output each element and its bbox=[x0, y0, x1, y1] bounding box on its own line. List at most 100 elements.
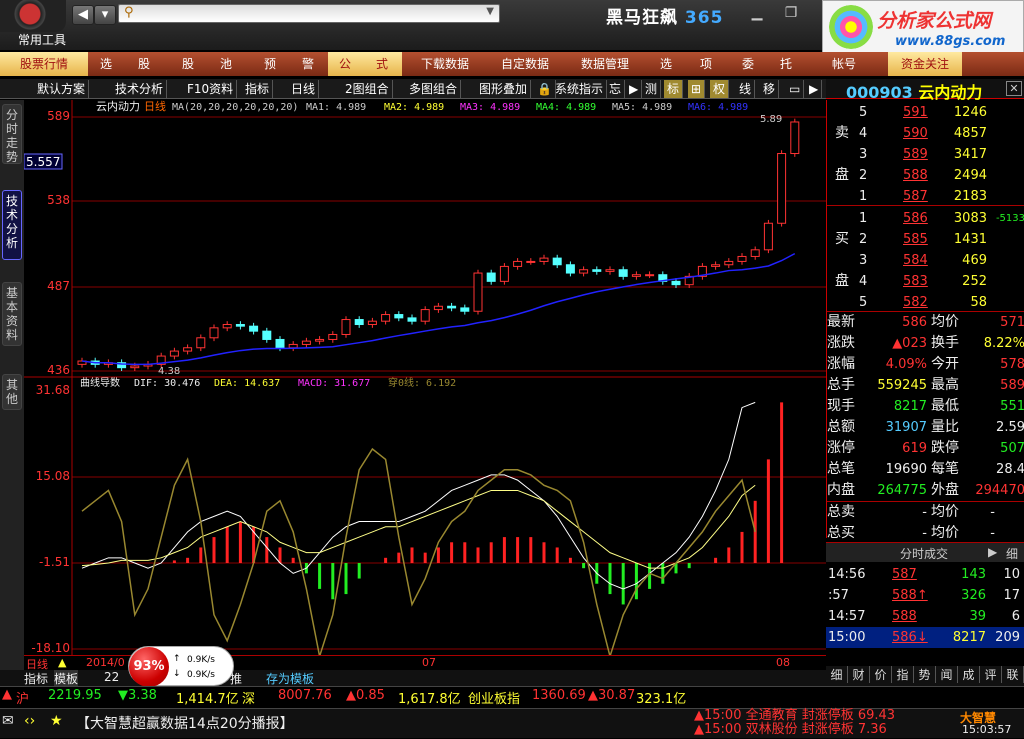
tab-template[interactable]: 模板 bbox=[54, 670, 79, 687]
stat-label: 最低 bbox=[931, 398, 959, 414]
menu-xiang[interactable]: 项 bbox=[692, 52, 720, 76]
save-template-tab[interactable]: 存为模板 bbox=[266, 670, 314, 687]
menu-chi[interactable]: 池 bbox=[212, 52, 240, 76]
f10-button[interactable]: F10资料 bbox=[184, 80, 238, 98]
two-chart-button[interactable]: 2图组合 bbox=[342, 80, 393, 98]
indicator-button[interactable]: 指标 bbox=[242, 80, 274, 98]
tab-indicator[interactable]: 指标 bbox=[24, 670, 48, 687]
multi-chart-button[interactable]: 多图组合 bbox=[406, 80, 462, 98]
sh-label[interactable]: 沪 bbox=[16, 688, 29, 707]
menu-xuan[interactable]: 选 bbox=[92, 52, 120, 76]
date-label: 08 bbox=[776, 656, 790, 669]
quote-tab[interactable]: 细 bbox=[826, 666, 848, 683]
news-ticker[interactable]: 【大智慧超赢数据14点20分播报】 bbox=[76, 713, 294, 733]
measure-button[interactable]: 测 bbox=[642, 80, 662, 98]
menu-download[interactable]: 下载数据 bbox=[410, 52, 480, 76]
system-indicator-button[interactable]: 系统指示 bbox=[552, 80, 608, 98]
quote-tab[interactable]: 联 bbox=[1002, 666, 1024, 683]
quote-tab[interactable]: 势 bbox=[914, 666, 936, 683]
menu-gu2[interactable]: 股 bbox=[174, 52, 202, 76]
close-icon[interactable]: ✕ bbox=[1006, 81, 1022, 96]
daily-button[interactable]: 日线 bbox=[288, 80, 320, 98]
mark-button[interactable]: 标 bbox=[664, 80, 684, 98]
candle-body bbox=[301, 340, 311, 345]
alert-item[interactable]: ▲15:00 双林股份 封涨停板 7.36 bbox=[694, 723, 956, 737]
tab-technical[interactable]: 技术分析 bbox=[2, 190, 22, 260]
tab-intraday[interactable]: 分时走势 bbox=[2, 104, 22, 164]
quote-tab[interactable]: 评 bbox=[980, 666, 1002, 683]
ask-row[interactable]: 5 591 1246 bbox=[827, 102, 1024, 123]
candle-body bbox=[249, 325, 259, 332]
tab-fundamentals[interactable]: 基本资料 bbox=[2, 282, 22, 346]
cy-label[interactable]: 创业板指 bbox=[468, 688, 520, 707]
ask-row[interactable]: 1 587 2183 bbox=[827, 186, 1024, 207]
restore-icon[interactable]: ❐ bbox=[774, 2, 808, 24]
cross-zero-value: 穿0线: 6.192 bbox=[388, 376, 456, 389]
panel-toggle-icon[interactable]: ▶ bbox=[806, 80, 823, 98]
candle-body bbox=[262, 330, 272, 340]
quote-tab[interactable]: 指 bbox=[892, 666, 914, 683]
ask-row[interactable]: 4 590 4857 bbox=[827, 123, 1024, 144]
play-icon[interactable]: ▶ bbox=[988, 545, 997, 559]
tab-num[interactable]: 22 bbox=[104, 670, 119, 684]
back-arrow-icon[interactable]: ◀ bbox=[72, 5, 94, 25]
search-input[interactable]: ⚲ ▼ bbox=[118, 4, 500, 23]
chevron-down-icon[interactable]: ▼ bbox=[486, 6, 494, 17]
mail-icon[interactable]: ✉ bbox=[2, 713, 14, 729]
menu-gu[interactable]: 股 bbox=[130, 52, 158, 76]
tech-analysis-button[interactable]: 技术分析 bbox=[112, 80, 168, 98]
arrows-icon[interactable]: ‹› bbox=[24, 713, 35, 729]
quote-tab[interactable]: 财 bbox=[848, 666, 870, 683]
common-tools-menu[interactable]: 常用工具 bbox=[18, 31, 66, 48]
alert-item[interactable]: ▲15:00 全通教育 封涨停板 69.43 bbox=[694, 709, 956, 723]
trade-row[interactable]: 14:56 587 143 10 bbox=[826, 564, 1024, 585]
quote-tab[interactable]: 价 bbox=[870, 666, 892, 683]
bid-row[interactable]: 2 585 1431 bbox=[827, 229, 1024, 250]
bid-row[interactable]: 4 583 252 bbox=[827, 271, 1024, 292]
menu-xuan2[interactable]: 选 bbox=[652, 52, 680, 76]
menu-data-mgmt[interactable]: 数据管理 bbox=[570, 52, 640, 76]
quote-tab[interactable]: 成 bbox=[958, 666, 980, 683]
quote-tab[interactable]: 闻 bbox=[936, 666, 958, 683]
trade-row[interactable]: 14:57 588 39 6 bbox=[826, 606, 1024, 627]
candle-body bbox=[605, 269, 615, 272]
tab-other[interactable]: 其他 bbox=[2, 374, 22, 410]
menu-fund-watch[interactable]: 资金关注 bbox=[888, 52, 962, 76]
sz-label[interactable]: 深 bbox=[242, 688, 255, 707]
trade-row[interactable]: 15:00 586↓ 8217 209 bbox=[826, 627, 1024, 648]
default-scheme-button[interactable]: 默认方案 bbox=[34, 80, 90, 98]
trade-row[interactable]: :57 588↑ 326 17 bbox=[826, 585, 1024, 606]
star-icon[interactable]: ★ bbox=[50, 713, 63, 729]
overlay-button[interactable]: 图形叠加 bbox=[476, 80, 532, 98]
ask-row[interactable]: 2 588 2494 bbox=[827, 165, 1024, 186]
ask-row[interactable]: 3 589 3417 bbox=[827, 144, 1024, 165]
play-icon[interactable]: ▶ bbox=[626, 80, 643, 98]
bid-row[interactable]: 1 586 3083 -5133 bbox=[827, 208, 1024, 229]
dropdown-arrow-icon[interactable]: ▾ bbox=[94, 5, 116, 25]
minimize-icon[interactable]: ▁ bbox=[740, 2, 774, 24]
bid-row[interactable]: 3 584 469 bbox=[827, 250, 1024, 271]
stat-label: 最新 bbox=[827, 314, 855, 330]
menu-jing[interactable]: 警 bbox=[294, 52, 322, 76]
menu-tuo[interactable]: 托 bbox=[772, 52, 800, 76]
move-button[interactable]: 移 bbox=[760, 80, 780, 98]
menu-wei[interactable]: 委 bbox=[734, 52, 762, 76]
forget-button[interactable]: 忘 bbox=[606, 80, 626, 98]
menu-custom-data[interactable]: 自定数据 bbox=[490, 52, 560, 76]
menu-yu[interactable]: 预 bbox=[256, 52, 284, 76]
order-label: 总买 bbox=[827, 525, 855, 541]
line-button[interactable]: 线 bbox=[736, 80, 756, 98]
window-icon[interactable]: ▭ bbox=[786, 80, 805, 98]
menu-shi[interactable]: 式 bbox=[362, 52, 402, 76]
crosshair-icon[interactable]: ⊞ bbox=[688, 80, 706, 98]
network-speed-widget[interactable]: 93% ↑ 0.9K/s ↓ 0.9K/s bbox=[128, 646, 234, 687]
detail-tab[interactable]: 细 bbox=[1006, 545, 1018, 562]
menu-quotes[interactable]: 股票行情 bbox=[0, 52, 88, 76]
menu-account[interactable]: 帐号 bbox=[822, 52, 866, 76]
kline-chart[interactable]: 云内动力 日线 MA(20,20,20,20,20,20) MA1: 4.989… bbox=[24, 100, 826, 656]
app-logo-icon[interactable] bbox=[0, 0, 66, 32]
menu-gong[interactable]: 公 bbox=[328, 52, 362, 76]
rights-button[interactable]: 权 bbox=[710, 80, 730, 98]
bid-row[interactable]: 5 582 58 bbox=[827, 292, 1024, 313]
trade-count: 10 bbox=[1003, 567, 1020, 582]
